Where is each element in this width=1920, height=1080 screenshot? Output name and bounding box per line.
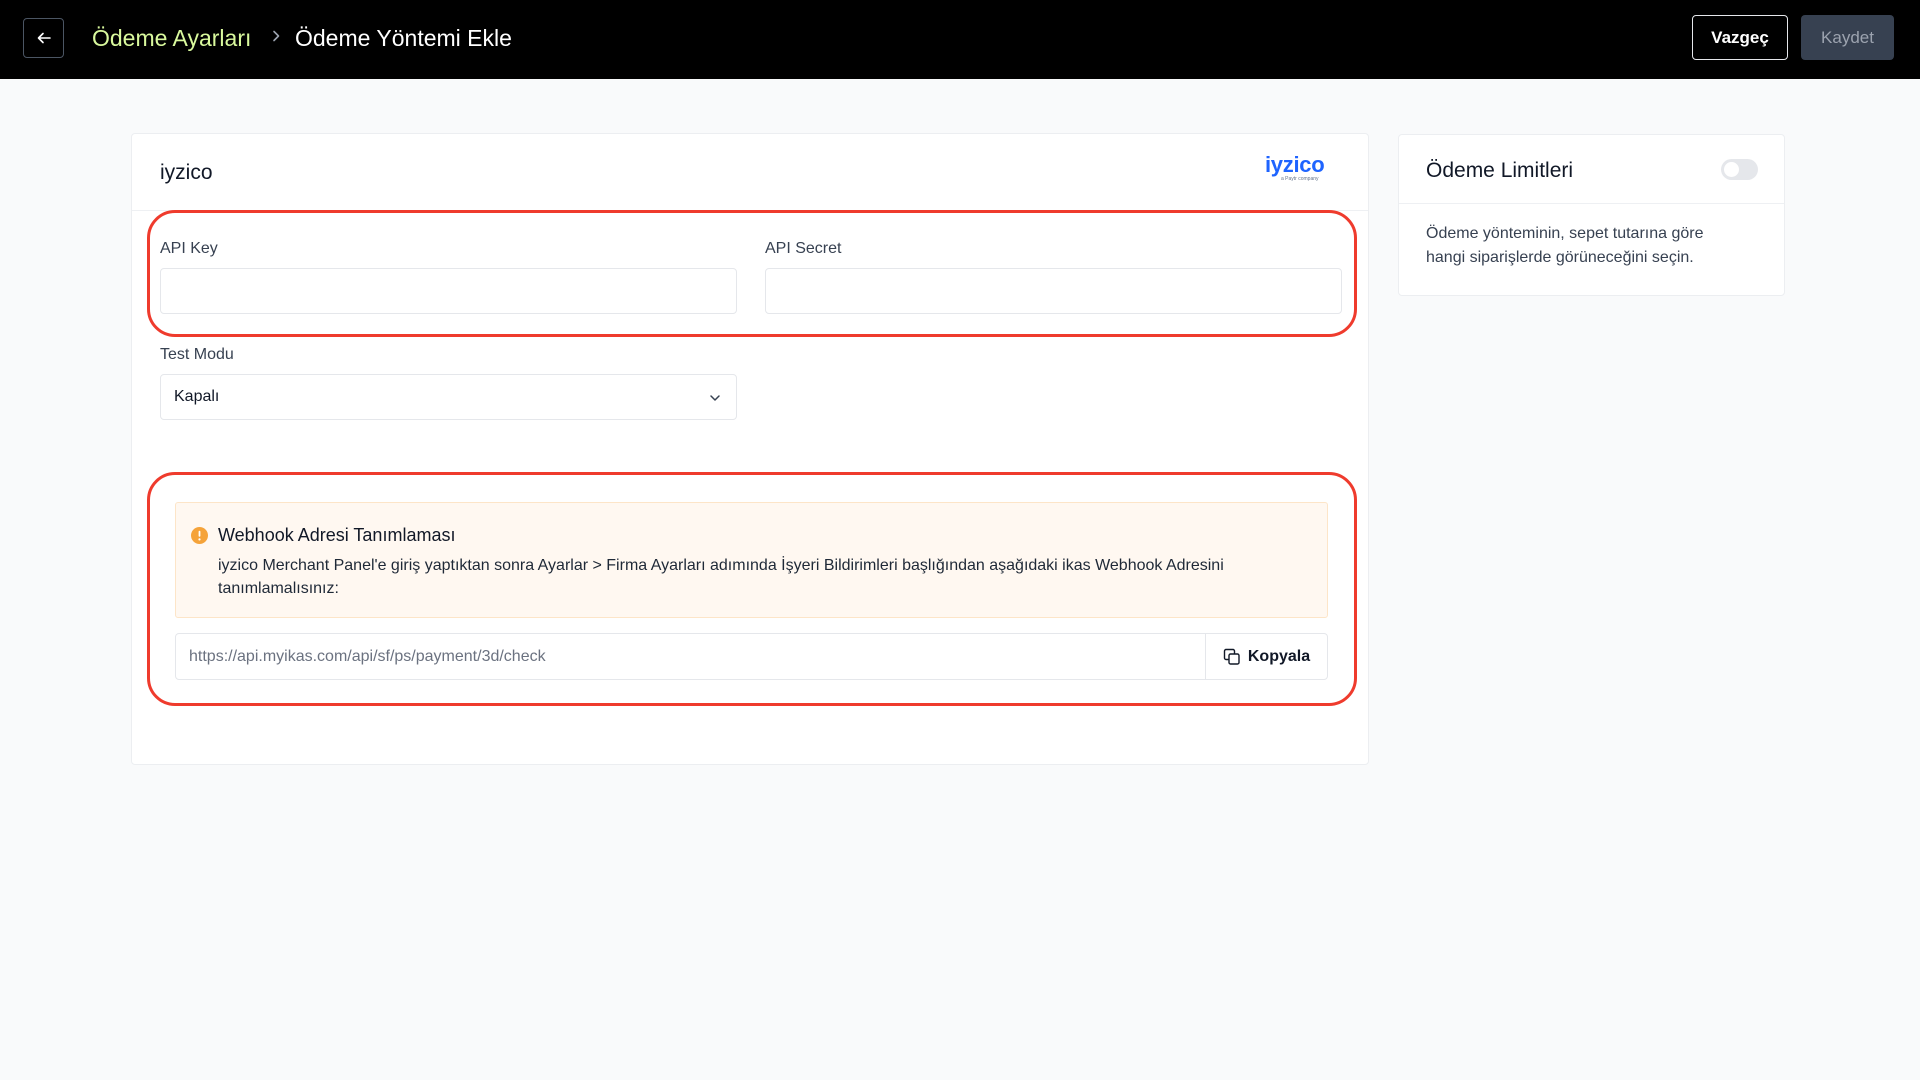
toggle-knob [1724, 162, 1739, 177]
exclamation-circle-icon [191, 527, 208, 544]
top-bar: Ödeme Ayarları Ödeme Yöntemi Ekle Vazgeç… [0, 0, 1920, 79]
webhook-title: Webhook Adresi Tanımlaması [218, 525, 456, 545]
copy-label: Kopyala [1247, 647, 1311, 665]
page-title: Ödeme Yöntemi Ekle [295, 25, 512, 51]
logo-text: iyzico [1265, 152, 1325, 177]
copy-button[interactable]: Kopyala [1205, 634, 1327, 679]
webhook-url-field[interactable] [176, 634, 1205, 679]
api-key-label: API Key [160, 240, 218, 257]
payment-limits-title: Ödeme Limitleri [1426, 159, 1574, 182]
webhook-description: iyzico Merchant Panel'e giriş yaptıktan … [218, 557, 1224, 597]
test-mode-value: Kapalı [174, 388, 220, 405]
provider-name: iyzico [160, 161, 213, 184]
api-secret-label: API Secret [765, 240, 842, 257]
chevron-down-icon [708, 391, 722, 405]
save-button[interactable]: Kaydet [1801, 15, 1894, 60]
arrow-left-icon [37, 32, 51, 44]
webhook-url-group: Kopyala [175, 633, 1328, 680]
api-key-input[interactable] [160, 268, 737, 314]
copy-icon [1223, 648, 1240, 665]
provider-settings-card: iyzico iyzico a Paytr company API Key AP… [131, 133, 1369, 765]
test-mode-select[interactable]: Kapalı [160, 374, 737, 420]
chevron-right-icon [270, 28, 282, 44]
payment-limits-toggle[interactable] [1721, 159, 1758, 180]
webhook-warning: Webhook Adresi Tanımlaması iyzico Mercha… [175, 502, 1328, 618]
test-mode-label: Test Modu [160, 346, 234, 363]
back-button[interactable] [23, 18, 64, 58]
payment-limits-card: Ödeme Limitleri Ödeme yönteminin, sepet … [1398, 134, 1785, 296]
cancel-button[interactable]: Vazgeç [1692, 15, 1788, 60]
breadcrumb-parent[interactable]: Ödeme Ayarları [92, 22, 251, 54]
iyzico-logo: iyzico a Paytr company [1265, 154, 1355, 184]
divider [1399, 203, 1784, 204]
payment-limits-description: Ödeme yönteminin, sepet tutarına göre ha… [1426, 225, 1704, 266]
api-secret-input[interactable] [765, 268, 1342, 314]
